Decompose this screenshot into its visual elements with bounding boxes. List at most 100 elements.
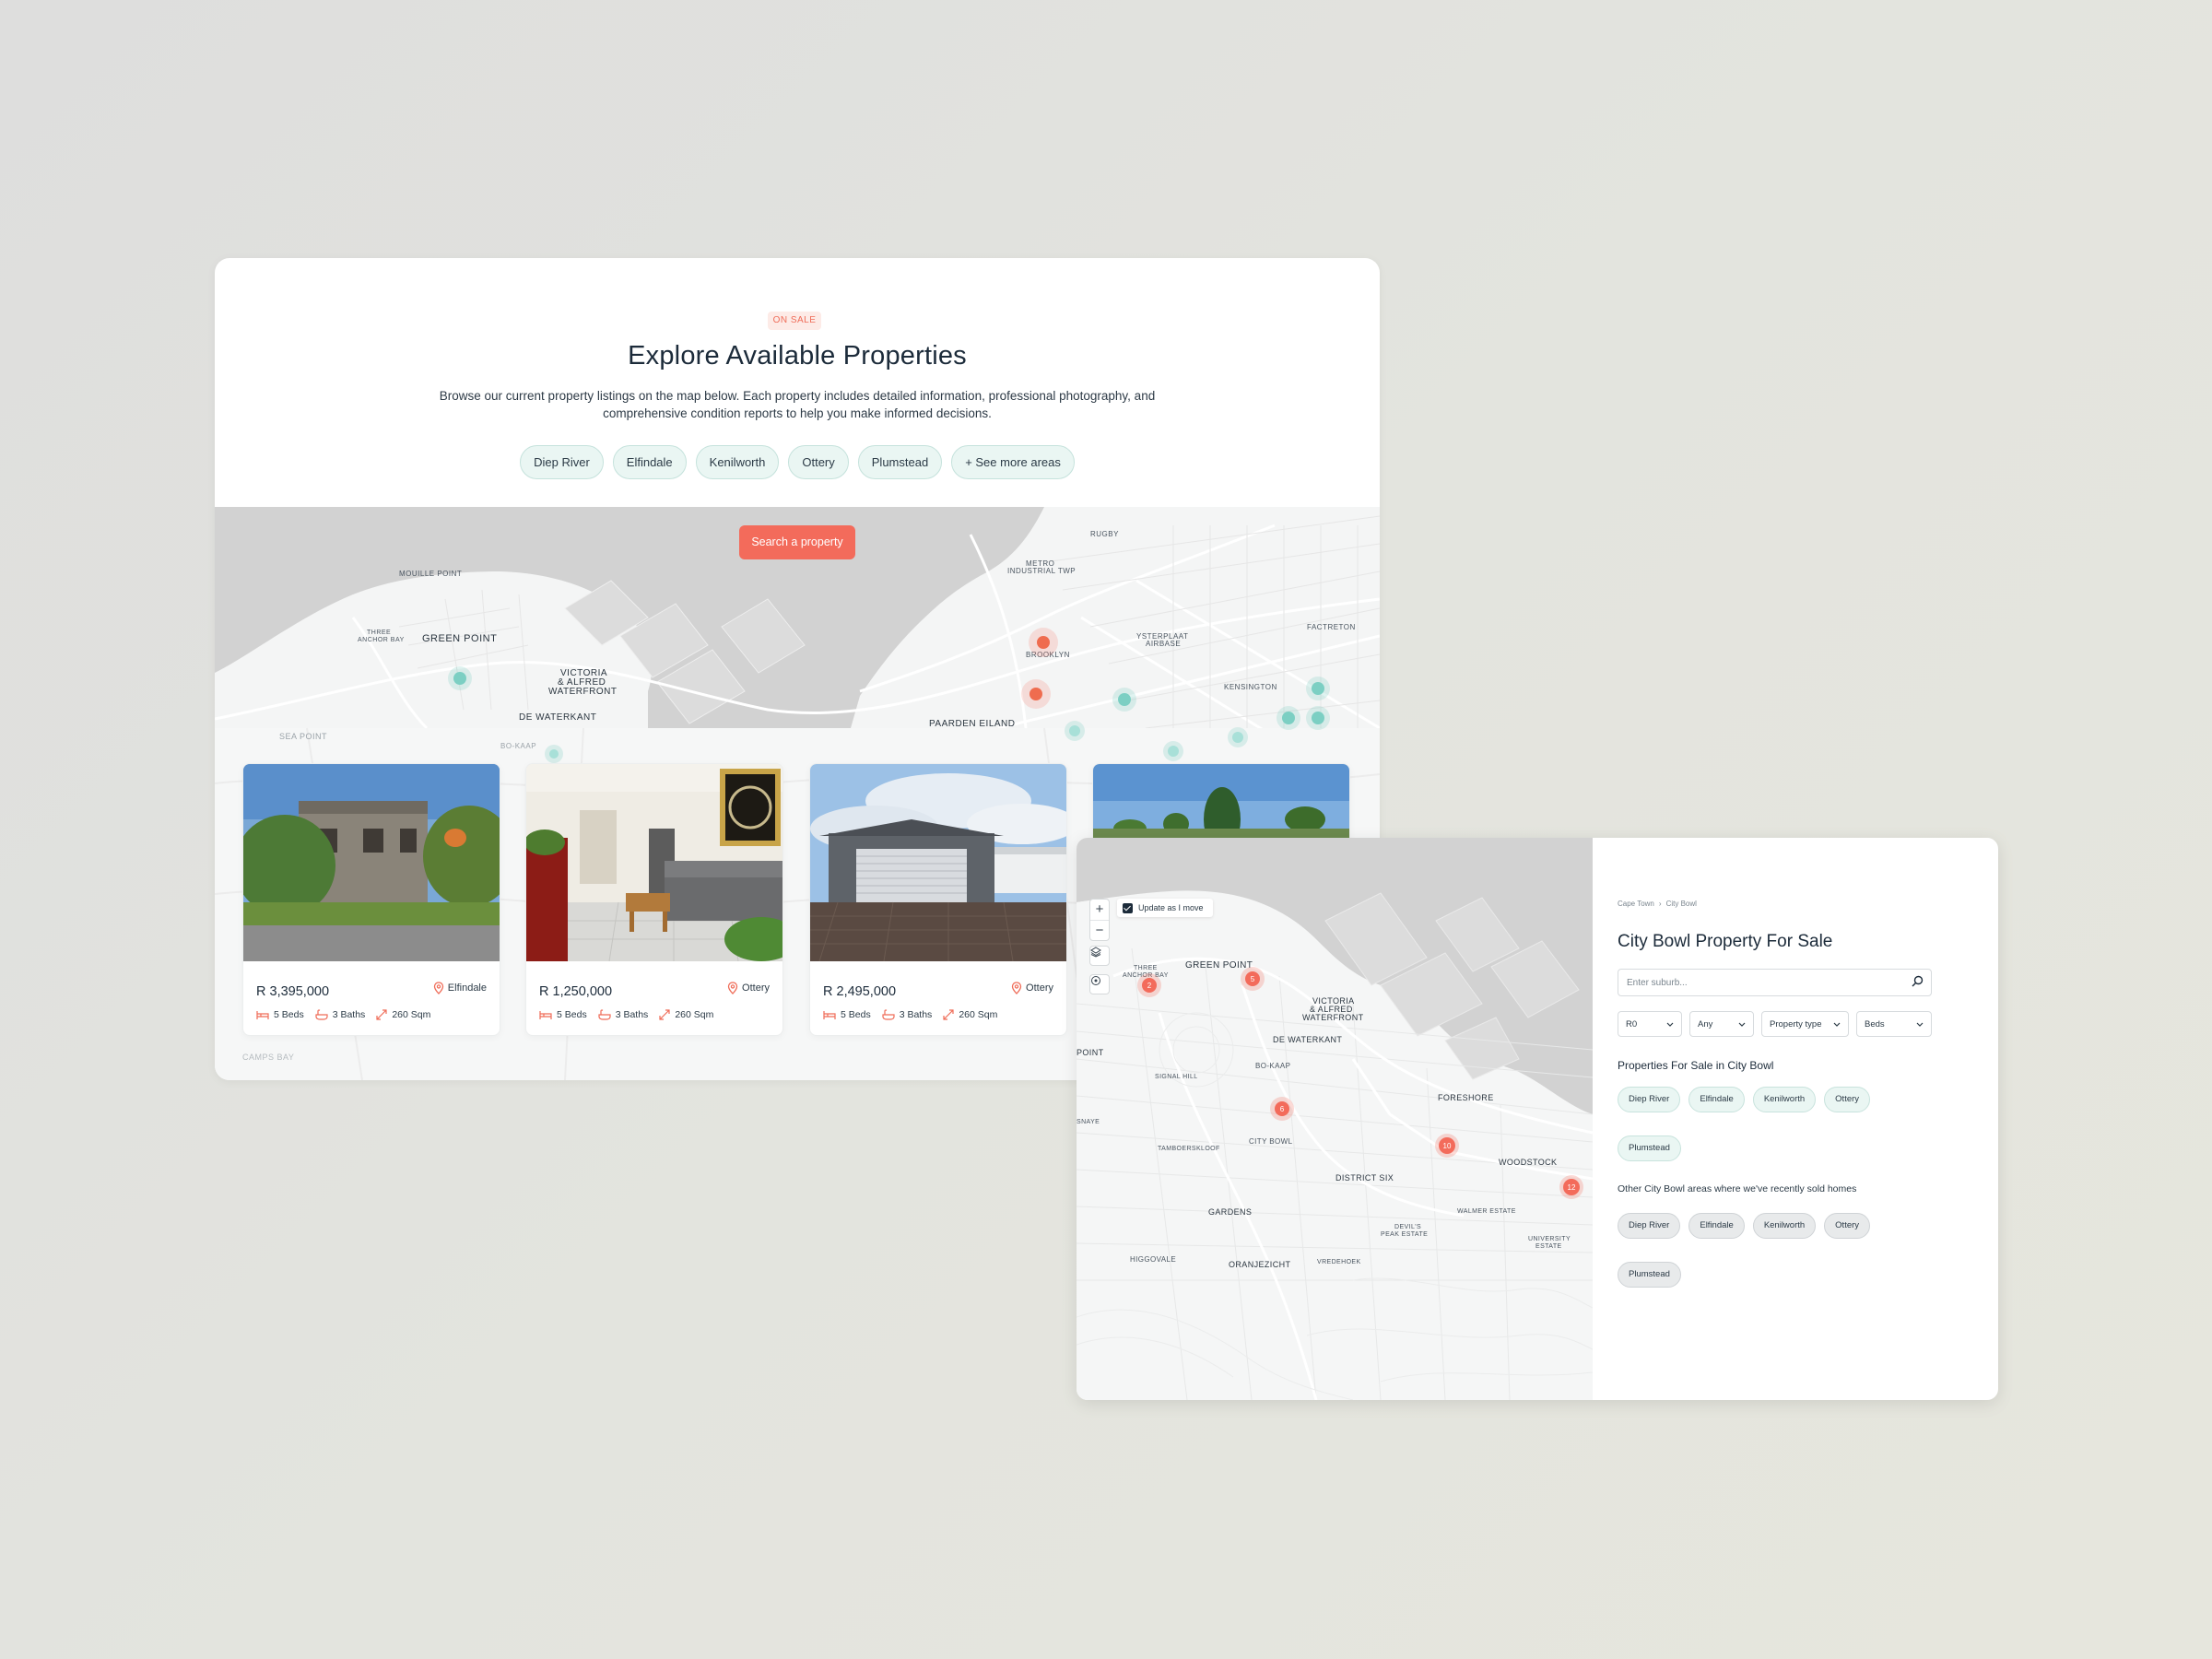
property-location: Ottery [1011, 982, 1053, 994]
area-chip-elfindale[interactable]: Elfindale [1688, 1087, 1745, 1112]
property-type-select[interactable]: Property type [1761, 1011, 1849, 1037]
beds-feature: 5 Beds [539, 1009, 587, 1020]
svg-text:CITY BOWL: CITY BOWL [1249, 1137, 1293, 1146]
svg-text:SNAYE: SNAYE [1077, 1119, 1100, 1125]
area-chip-kenilworth[interactable]: Kenilworth [1752, 1087, 1817, 1112]
property-location-text: Ottery [1026, 982, 1053, 994]
cluster-12: 12 [1568, 1183, 1576, 1192]
panel-title: City Bowl Property For Sale [1618, 932, 1833, 951]
svg-text:TAMBOERSKLOOF: TAMBOERSKLOOF [1158, 1146, 1220, 1152]
property-location: Elfindale [433, 982, 487, 994]
locate-button[interactable] [1089, 974, 1110, 994]
area-chip-ottery[interactable]: Ottery [1824, 1087, 1871, 1112]
page-description: Browse our current property listings on … [439, 389, 1156, 420]
recent-chip-kenilworth[interactable]: Kenilworth [1752, 1213, 1817, 1239]
recent-chip-plumstead[interactable]: Plumstead [1618, 1262, 1681, 1288]
any-filter-value: Any [1698, 1018, 1713, 1030]
property-location: Ottery [727, 982, 770, 994]
size-text: 260 Sqm [959, 1009, 998, 1020]
layers-icon [1090, 947, 1101, 958]
svg-text:VREDEHOEK: VREDEHOEK [1317, 1259, 1361, 1265]
recent-chip-elfindale[interactable]: Elfindale [1688, 1213, 1745, 1239]
checkbox-checked-icon[interactable] [1123, 902, 1133, 913]
property-card[interactable]: R 3,395,000 Elfindale 5 Beds 3 Baths 260… [242, 763, 500, 1036]
bed-icon [256, 1010, 269, 1019]
hero-section: ON SALE Explore Available Properties Bro… [215, 258, 1380, 507]
svg-text:RUGBY: RUGBY [1090, 530, 1119, 538]
cluster-6: 6 [1280, 1105, 1285, 1113]
baths-text: 3 Baths [332, 1009, 366, 1020]
beds-text: 5 Beds [841, 1009, 871, 1020]
any-filter-select[interactable]: Any [1689, 1011, 1754, 1037]
svg-text:GREEN POINT: GREEN POINT [422, 633, 497, 644]
svg-text:PEAK ESTATE: PEAK ESTATE [1381, 1231, 1428, 1238]
beds-text: 5 Beds [557, 1009, 587, 1020]
svg-text:UNIVERSITY: UNIVERSITY [1528, 1236, 1571, 1242]
svg-text:POINT: POINT [1077, 1048, 1104, 1057]
svg-text:WOODSTOCK: WOODSTOCK [1499, 1158, 1557, 1167]
bath-icon [882, 1009, 895, 1020]
recent-chip-ottery[interactable]: Ottery [1824, 1213, 1871, 1239]
property-features: 5 Beds 3 Baths 260 Sqm [823, 1009, 997, 1020]
city-bowl-map[interactable]: THREE ANCHOR BAY GREEN POINT VICTORIA & A… [1077, 838, 1593, 1400]
cluster-10: 10 [1443, 1142, 1452, 1150]
beds-feature: 5 Beds [256, 1009, 304, 1020]
section-title-for-sale: Properties For Sale in City Bowl [1618, 1059, 1774, 1072]
svg-text:ORANJEZICHT: ORANJEZICHT [1229, 1260, 1291, 1269]
breadcrumb: Cape Town › City Bowl [1618, 900, 1697, 908]
recent-chip-diep-river[interactable]: Diep River [1618, 1213, 1681, 1239]
svg-text:INDUSTRIAL TWP: INDUSTRIAL TWP [1007, 567, 1076, 575]
city-bowl-page-card: THREE ANCHOR BAY GREEN POINT VICTORIA & A… [1077, 838, 1998, 1400]
update-toggle-label: Update as I move [1138, 903, 1204, 912]
see-more-areas-chip[interactable]: + See more areas [951, 445, 1075, 479]
svg-text:CAMPS BAY: CAMPS BAY [242, 1053, 294, 1062]
property-card[interactable]: R 2,495,000 Ottery 5 Beds 3 Baths 260 Sq… [809, 763, 1067, 1036]
location-pin-icon [1011, 982, 1022, 994]
area-chip-plumstead[interactable]: Plumstead [1618, 1135, 1681, 1161]
property-photo-3 [810, 764, 1066, 961]
svg-text:GREEN POINT: GREEN POINT [1185, 960, 1253, 971]
price-filter-value: R0 [1626, 1018, 1638, 1030]
zoom-in-button[interactable]: + [1090, 900, 1109, 920]
svg-text:SEA POINT: SEA POINT [279, 732, 327, 741]
search-icon[interactable] [1912, 975, 1924, 987]
beds-filter-value: Beds [1865, 1018, 1885, 1030]
breadcrumb-cape-town[interactable]: Cape Town [1618, 900, 1654, 908]
bed-icon [823, 1010, 836, 1019]
area-chip-elfindale[interactable]: Elfindale [612, 445, 687, 479]
property-price: R 1,250,000 [539, 984, 613, 999]
suburb-search-input[interactable] [1618, 969, 1932, 996]
area-chip-diep-river[interactable]: Diep River [1618, 1087, 1681, 1112]
area-chip-kenilworth[interactable]: Kenilworth [695, 445, 780, 479]
breadcrumb-city-bowl[interactable]: City Bowl [1666, 900, 1697, 908]
svg-text:PAARDEN EILAND: PAARDEN EILAND [929, 719, 1016, 729]
size-text: 260 Sqm [392, 1009, 431, 1020]
search-property-button[interactable]: Search a property [739, 525, 855, 559]
update-as-i-move-toggle[interactable]: Update as I move [1117, 899, 1213, 917]
baths-feature: 3 Baths [882, 1009, 932, 1020]
area-chip-diep-river[interactable]: Diep River [520, 445, 604, 479]
area-chip-plumstead[interactable]: Plumstead [857, 445, 943, 479]
baths-text: 3 Baths [615, 1009, 649, 1020]
map-label-mouille-point: MOUILLE POINT [399, 570, 462, 578]
beds-feature: 5 Beds [823, 1009, 871, 1020]
price-filter-select[interactable]: R0 [1618, 1011, 1682, 1037]
property-card[interactable]: R 1,250,000 Ottery 5 Beds 3 Baths 260 Sq… [525, 763, 783, 1036]
size-text: 260 Sqm [675, 1009, 714, 1020]
size-feature: 260 Sqm [943, 1009, 997, 1020]
zoom-out-button[interactable]: − [1090, 920, 1109, 940]
svg-text:THREE: THREE [367, 629, 391, 636]
property-price: R 3,395,000 [256, 984, 330, 999]
for-sale-chip-grid: Diep River Elfindale Kenilworth Ottery P… [1618, 1087, 1885, 1161]
svg-text:ESTATE: ESTATE [1535, 1243, 1562, 1250]
chevron-down-icon [1916, 1022, 1924, 1027]
svg-text:BO-KAAP: BO-KAAP [500, 742, 536, 750]
svg-text:GARDENS: GARDENS [1208, 1207, 1252, 1217]
area-chip-ottery[interactable]: Ottery [788, 445, 849, 479]
svg-text:BO-KAAP: BO-KAAP [1255, 1062, 1290, 1070]
bed-icon [539, 1010, 552, 1019]
svg-text:WATERFRONT: WATERFRONT [548, 687, 617, 697]
beds-select[interactable]: Beds [1856, 1011, 1932, 1037]
layers-button[interactable] [1089, 946, 1110, 966]
cluster-2: 2 [1147, 982, 1152, 990]
